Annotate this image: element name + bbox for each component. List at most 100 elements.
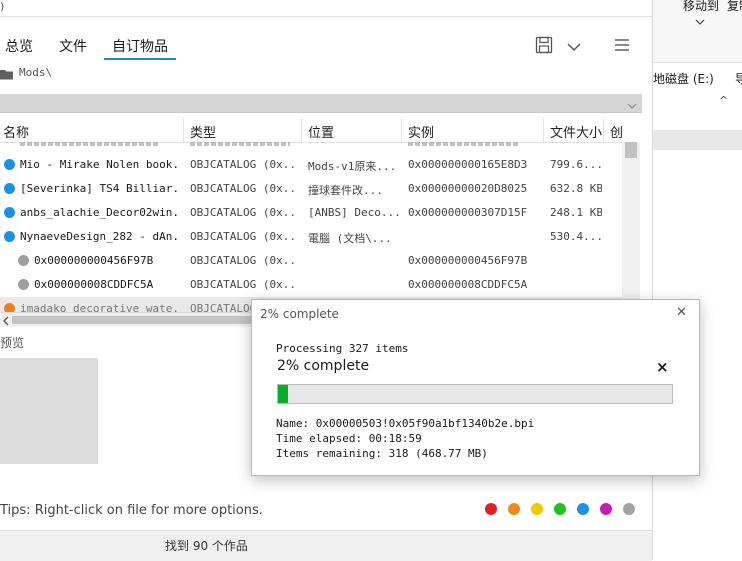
row-instance: 0x000000000307D15F	[408, 206, 528, 219]
column-location[interactable]: 位置	[308, 122, 334, 141]
items-remaining-text: Items remaining: 318 (468.77 MB)	[276, 447, 488, 460]
scroll-thumb[interactable]	[625, 142, 637, 158]
table-row[interactable]: [Severinka] TS4 Billiar... OBJCATALOG (0…	[0, 177, 622, 201]
color-filter-purple[interactable]	[600, 503, 612, 515]
color-filter-green[interactable]	[554, 503, 566, 515]
color-filter-yellow[interactable]	[531, 503, 543, 515]
table-header: 名称 类型 位置 实例 文件大小 创	[0, 118, 622, 143]
color-filter-blue[interactable]	[577, 503, 589, 515]
row-name: imadako_decorative_wate...	[20, 302, 180, 312]
vertical-scrollbar[interactable]	[622, 142, 640, 312]
column-divider[interactable]	[301, 118, 302, 142]
row-name: 0x000000008CDDFC5A	[34, 278, 154, 291]
status-bar: 找到 90 个作品	[0, 530, 652, 561]
row-name: anbs_alachie_Decor02win...	[20, 206, 180, 219]
status-text: 找到 90 个作品	[165, 539, 248, 553]
row-size: 632.8 KB	[550, 182, 602, 195]
tab-custom-items[interactable]: 自订物品	[104, 36, 176, 60]
hamburger-menu-icon[interactable]	[614, 38, 630, 52]
progress-fill	[278, 385, 288, 403]
color-filter-red[interactable]	[485, 503, 497, 515]
close-icon[interactable]: ✕	[676, 305, 687, 320]
row-location: [ANBS] Deco...	[308, 206, 400, 219]
tab-overview[interactable]: 总览	[5, 36, 33, 58]
explorer-ribbon: 移动到 复制	[653, 0, 742, 63]
column-created[interactable]: 创	[610, 122, 622, 141]
column-type[interactable]: 类型	[190, 122, 216, 141]
drive-label[interactable]: 地磁盘 (E:)	[653, 70, 714, 87]
breadcrumb-path[interactable]: Mods\	[19, 66, 52, 84]
status-dot-icon	[4, 303, 15, 312]
folder-icon	[0, 69, 14, 80]
status-dot-icon	[4, 207, 15, 218]
table-row[interactable]: 0x000000008CDDFC5A OBJCATALOG (0x... 0x0…	[0, 273, 622, 297]
row-name: Mio - Mirake Nolen book...	[20, 158, 180, 171]
move-to-dropdown-icon[interactable]	[695, 14, 705, 25]
table-body: Mio - Mirake Nolen book... OBJCATALOG (0…	[0, 153, 622, 312]
title-divider	[0, 16, 652, 17]
combo-chevron-icon[interactable]	[627, 99, 637, 109]
chevron-down-icon[interactable]	[567, 41, 581, 52]
color-filter-orange[interactable]	[508, 503, 520, 515]
row-type: OBJCATALOG (0x...	[190, 230, 298, 243]
row-type: OBJCATALOG (0x...	[190, 254, 298, 267]
tips-text: Tips: Right-click on file for more optio…	[0, 503, 263, 518]
table-row[interactable]: Mio - Mirake Nolen book... OBJCATALOG (0…	[0, 153, 622, 177]
row-instance: 0x00000000020D8025	[408, 182, 528, 195]
table-row[interactable]: 0x000000000456F97B OBJCATALOG (0x... 0x0…	[0, 249, 622, 273]
cancel-icon[interactable]: ×	[656, 358, 669, 376]
move-to-button[interactable]: 移动到	[683, 0, 719, 14]
row-location: 撞球套件改...	[308, 184, 383, 197]
row-name: 0x000000000456F97B	[34, 254, 154, 267]
row-instance: 0x000000008CDDFC5A	[408, 278, 528, 291]
status-dot-icon	[4, 183, 15, 194]
column-divider[interactable]	[543, 118, 544, 142]
explorer-selected-row[interactable]	[653, 130, 742, 150]
processing-text: Processing 327 items	[276, 342, 409, 355]
column-name[interactable]: 名称	[3, 122, 29, 141]
preview-image	[0, 358, 98, 464]
save-icon[interactable]	[535, 36, 553, 54]
nav-glyph: 导	[735, 72, 742, 86]
scroll-thumb[interactable]	[12, 316, 252, 324]
row-size: 530.4...	[550, 230, 602, 243]
row-name: [Severinka] TS4 Billiar...	[20, 182, 180, 195]
column-size[interactable]: 文件大小	[550, 122, 602, 141]
progress-dialog: 2% complete ✕ Processing 327 items 2% co…	[251, 299, 700, 476]
copy-to-button[interactable]: 复制	[727, 0, 742, 14]
column-divider[interactable]	[603, 118, 604, 142]
row-type: OBJCATALOG (0x...	[190, 158, 298, 171]
time-elapsed-text: Time elapsed: 00:18:59	[276, 432, 422, 445]
row-location: Mods-v1原来...	[308, 160, 397, 173]
row-name: NynaeveDesign_282 - dAn...	[20, 230, 180, 243]
row-instance: 0x000000000165E8D3	[408, 158, 528, 171]
app-window: ) 总览 文件 自订物品 Mods\ 名称 类型 位置 实例 文件大小 创 Mi…	[0, 0, 652, 561]
column-divider[interactable]	[183, 118, 184, 142]
tab-files[interactable]: 文件	[59, 36, 87, 58]
item-name-text: Name: 0x00000503!0x05f90a1bf1340b2e.bpi	[276, 417, 535, 430]
filter-combobox[interactable]	[0, 94, 642, 113]
clipped-row	[0, 142, 622, 148]
table-row[interactable]: NynaeveDesign_282 - dAn... OBJCATALOG (0…	[0, 225, 622, 249]
column-instance[interactable]: 实例	[408, 122, 434, 141]
row-location: 電腦 (文档\...	[308, 232, 392, 245]
column-divider[interactable]	[401, 118, 402, 142]
color-filter-gray[interactable]	[623, 503, 635, 515]
scroll-left-icon[interactable]	[2, 315, 10, 326]
row-type: OBJCATALOG (0x...	[190, 182, 298, 195]
percent-complete-text: 2% complete	[277, 358, 370, 374]
up-arrow-icon[interactable]: ^	[719, 94, 728, 107]
dialog-title: 2% complete	[260, 307, 339, 321]
row-size: 248.1 KB	[550, 206, 602, 219]
row-type: OBJCATALOG (0x...	[190, 278, 298, 291]
status-dot-icon	[18, 255, 29, 266]
row-instance: 0x000000000456F97B	[408, 254, 528, 267]
status-dot-icon	[4, 231, 15, 242]
status-dot-icon	[18, 279, 29, 290]
preview-label: 预览	[0, 336, 25, 350]
table-row[interactable]: anbs_alachie_Decor02win... OBJCATALOG (0…	[0, 201, 622, 225]
status-dot-icon	[4, 159, 15, 170]
window-title-fragment: )	[0, 0, 5, 13]
row-type: OBJCATALOG (0x...	[190, 206, 298, 219]
dialog-titlebar[interactable]: 2% complete ✕	[252, 300, 699, 328]
